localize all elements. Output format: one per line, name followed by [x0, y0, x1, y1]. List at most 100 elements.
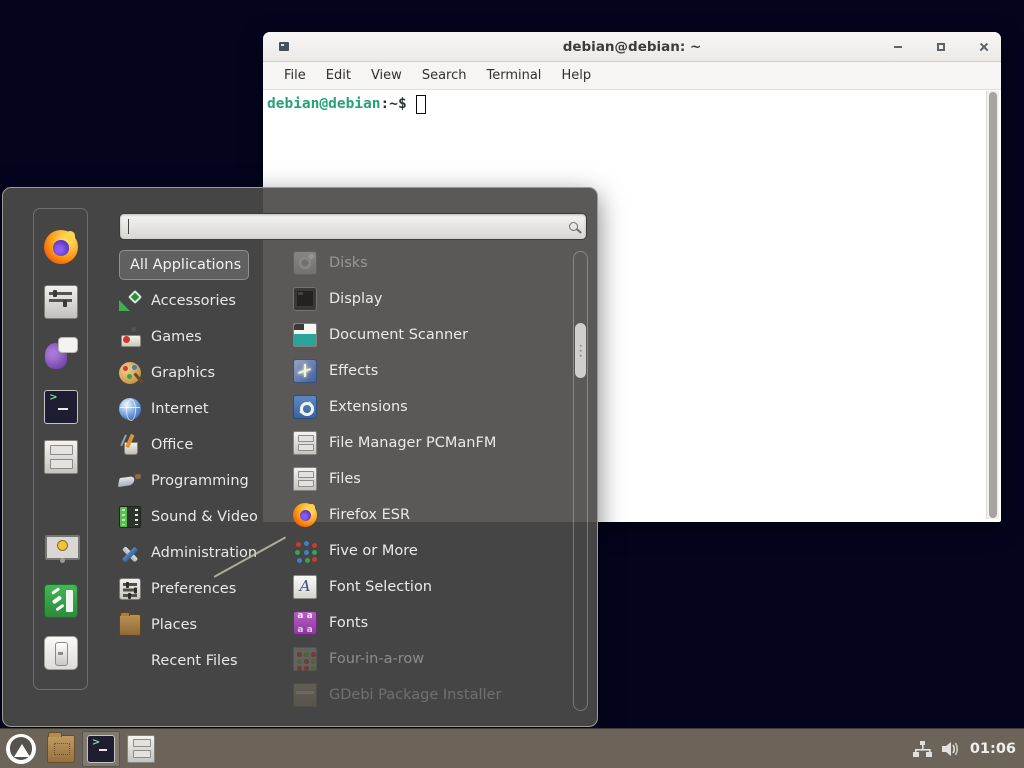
- menubar-item-file[interactable]: File: [274, 64, 316, 87]
- disks-icon: [293, 251, 317, 275]
- taskbar-file-manager-button[interactable]: [42, 731, 80, 767]
- application-list-scrollbar-thumb[interactable]: [575, 323, 586, 378]
- menubar-item-search[interactable]: Search: [412, 64, 477, 87]
- category-all-applications[interactable]: All Applications: [119, 250, 249, 280]
- app-item-extensions[interactable]: Extensions: [293, 389, 573, 425]
- files-icon: [293, 467, 317, 491]
- app-label: Font Selection: [329, 579, 432, 595]
- terminal-scrollbar-thumb[interactable]: [989, 92, 997, 518]
- app-item-five-or-more[interactable]: Five or More: [293, 533, 573, 569]
- file-manager-icon: [293, 431, 317, 455]
- app-label: Firefox ESR: [329, 507, 410, 523]
- category-administration[interactable]: Administration: [119, 535, 287, 571]
- terminal-titlebar[interactable]: debian@debian: ~: [263, 32, 1001, 62]
- app-item-effects[interactable]: Effects: [293, 353, 573, 389]
- terminal-icon: [87, 735, 115, 763]
- app-label: Effects: [329, 363, 378, 379]
- category-graphics[interactable]: Graphics: [119, 355, 287, 391]
- close-icon: [979, 42, 989, 52]
- internet-icon: [119, 398, 141, 420]
- app-label: Extensions: [329, 399, 408, 415]
- font-selection-icon: [293, 575, 317, 599]
- category-games[interactable]: Games: [119, 319, 287, 355]
- lock-screen-icon: [44, 532, 78, 566]
- logout-icon: [44, 584, 78, 618]
- firefox-icon: [44, 230, 78, 264]
- preferences-icon: [119, 578, 141, 600]
- prompt-user-host: debian@debian: [267, 94, 381, 114]
- category-label: Graphics: [151, 365, 215, 381]
- taskbar-files-button[interactable]: [122, 731, 160, 767]
- system-tray: 01:06: [913, 740, 1024, 758]
- menubar-item-edit[interactable]: Edit: [316, 64, 361, 87]
- effects-icon: [293, 359, 317, 383]
- category-preferences[interactable]: Preferences: [119, 571, 287, 607]
- favorite-firefox[interactable]: [44, 230, 78, 264]
- category-label: Administration: [151, 545, 257, 561]
- category-recent-files[interactable]: Recent Files: [119, 643, 287, 679]
- category-office[interactable]: Office: [119, 427, 287, 463]
- accessories-icon: [119, 290, 141, 312]
- category-sound-video[interactable]: Sound & Video: [119, 499, 287, 535]
- app-item-file-manager-pcmanfm[interactable]: File Manager PCManFM: [293, 425, 573, 461]
- category-label: Office: [151, 437, 193, 453]
- network-icon[interactable]: [913, 740, 932, 758]
- window-controls: [891, 32, 991, 62]
- file-cabinet-icon: [44, 440, 78, 474]
- places-icon: [119, 614, 141, 636]
- clock[interactable]: 01:06: [970, 741, 1016, 757]
- category-internet[interactable]: Internet: [119, 391, 287, 427]
- minimize-button[interactable]: [891, 40, 905, 54]
- taskbar-terminal-button[interactable]: [82, 731, 120, 767]
- maximize-icon: [937, 43, 945, 51]
- four-in-a-row-icon: [293, 647, 317, 671]
- category-accessories[interactable]: Accessories: [119, 283, 287, 319]
- menubar-item-help[interactable]: Help: [551, 64, 601, 87]
- app-item-fonts[interactable]: Fonts: [293, 605, 573, 641]
- category-places[interactable]: Places: [119, 607, 287, 643]
- app-item-document-scanner[interactable]: Document Scanner: [293, 317, 573, 353]
- app-item-four-in-a-row[interactable]: Four-in-a-row: [293, 641, 573, 677]
- app-item-font-selection[interactable]: Font Selection: [293, 569, 573, 605]
- terminal-scrollbar[interactable]: [986, 91, 999, 519]
- close-button[interactable]: [977, 40, 991, 54]
- favorite-lock-screen[interactable]: [44, 532, 78, 566]
- favorite-file-manager[interactable]: [44, 440, 78, 474]
- app-label: Display: [329, 291, 382, 307]
- application-list: Disks Display Document Scanner Effects Exten…: [293, 245, 573, 713]
- app-label: Disks: [329, 255, 368, 271]
- app-item-disks[interactable]: Disks: [293, 245, 573, 281]
- menu-logo-icon: [6, 734, 36, 764]
- application-list-scrollbar[interactable]: [573, 251, 588, 711]
- volume-icon[interactable]: [941, 740, 961, 758]
- favorite-shutdown[interactable]: [44, 636, 78, 670]
- menubar-item-view[interactable]: View: [361, 64, 412, 87]
- text-caret: [128, 219, 129, 234]
- menubar-item-terminal[interactable]: Terminal: [476, 64, 551, 87]
- taskbar-launchers: [0, 729, 160, 768]
- favorite-control-mixer[interactable]: [44, 285, 78, 319]
- terminal-menubar: FileEditViewSearchTerminalHelp: [263, 62, 1001, 90]
- display-icon: [293, 287, 317, 311]
- gdebi-icon: [293, 683, 317, 707]
- favorites-sidebar: [33, 208, 88, 690]
- app-label: Five or More: [329, 543, 418, 559]
- terminal-icon: [44, 390, 78, 424]
- maximize-button[interactable]: [934, 40, 948, 54]
- search-input[interactable]: [119, 213, 587, 240]
- prompt-path: :~$: [381, 94, 407, 114]
- app-item-firefox-esr[interactable]: Firefox ESR: [293, 497, 573, 533]
- terminal-prompt-line: debian@debian:~$: [267, 94, 982, 114]
- favorite-pidgin[interactable]: [44, 336, 78, 370]
- favorite-terminal[interactable]: [44, 390, 78, 424]
- app-item-gdebi-package-installer[interactable]: GDebi Package Installer: [293, 677, 573, 713]
- favorite-logout[interactable]: [44, 584, 78, 618]
- taskbar-menu-button[interactable]: [2, 731, 40, 767]
- administration-icon: [119, 542, 141, 564]
- app-item-display[interactable]: Display: [293, 281, 573, 317]
- app-label: GDebi Package Installer: [329, 687, 501, 703]
- five-or-more-icon: [293, 539, 317, 563]
- app-item-files[interactable]: Files: [293, 461, 573, 497]
- category-programming[interactable]: Programming: [119, 463, 287, 499]
- programming-icon: [119, 470, 141, 492]
